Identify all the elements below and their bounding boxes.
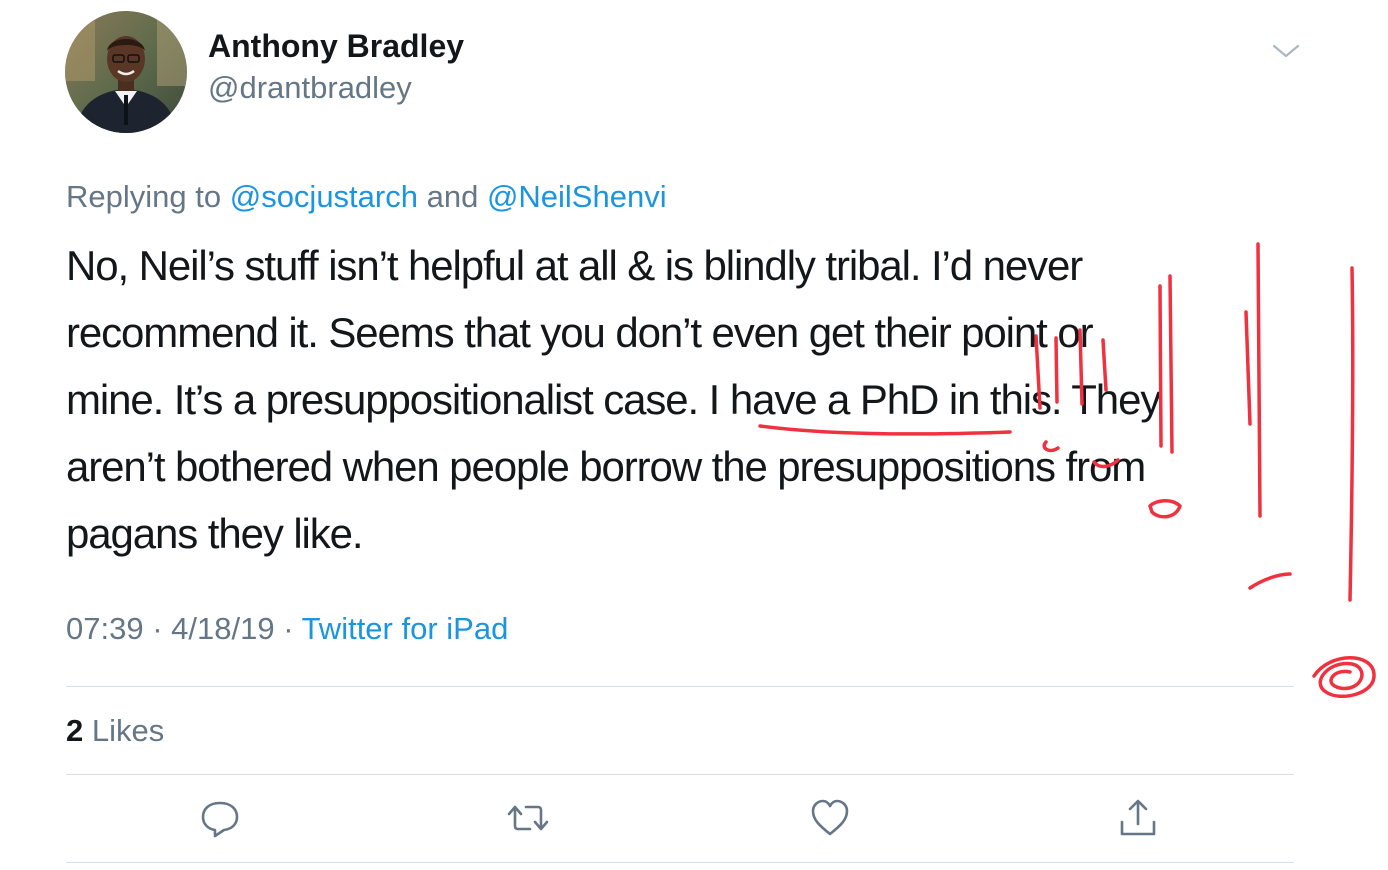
scribble-mark: [1312, 656, 1376, 698]
likes-number: 2: [66, 713, 84, 748]
replying-to-prefix: Replying to: [66, 179, 230, 214]
retweet-icon[interactable]: [506, 796, 550, 840]
replying-to-joiner: and: [417, 179, 487, 214]
exclamation-stroke: [1256, 242, 1262, 518]
author-name[interactable]: Anthony Bradley: [208, 27, 464, 65]
mention-link[interactable]: @socjustarch: [230, 179, 418, 214]
tweet-source-link[interactable]: Twitter for iPad: [302, 611, 509, 646]
exclamation-stroke: [1168, 274, 1174, 454]
author-handle[interactable]: @drantbradley: [208, 69, 412, 107]
divider: [66, 686, 1294, 687]
meta-separator: ·: [274, 611, 302, 646]
tweet-meta: 07:39 · 4/18/19 · Twitter for iPad: [66, 610, 508, 648]
tweet-date: 4/18/19: [171, 611, 275, 646]
tweet-text: No, Neil’s stuff isn’t helpful at all & …: [66, 232, 1161, 567]
avatar[interactable]: [65, 11, 187, 133]
exclamation-stroke: [1348, 266, 1355, 602]
exclamation-stroke: [1244, 310, 1252, 426]
tweet-line: pagans they like.: [66, 510, 364, 557]
replying-to: Replying to @socjustarch and @NeilShenvi: [66, 178, 667, 216]
dot-mark: [1248, 572, 1292, 590]
tweet-time: 07:39: [66, 611, 144, 646]
avatar-photo: [65, 11, 187, 133]
tweet-line: No, Neil’s stuff isn’t helpful at all & …: [66, 242, 1083, 289]
divider: [66, 774, 1294, 775]
divider: [66, 862, 1294, 863]
like-icon[interactable]: [808, 796, 852, 840]
meta-separator: ·: [143, 611, 172, 646]
chevron-down-icon[interactable]: [1268, 38, 1304, 64]
reply-icon[interactable]: [198, 796, 242, 840]
likes-label: Likes: [83, 713, 165, 748]
tweet-line: aren’t bothered when people borrow the p…: [66, 443, 1146, 490]
tweet-line: mine. It’s a presuppositionalist case. I…: [66, 376, 1161, 423]
tweet-line: recommend it. Seems that you don’t even …: [66, 309, 1094, 356]
likes-count[interactable]: 2 Likes: [66, 712, 164, 750]
mention-link[interactable]: @NeilShenvi: [487, 179, 667, 214]
share-icon[interactable]: [1116, 796, 1160, 840]
